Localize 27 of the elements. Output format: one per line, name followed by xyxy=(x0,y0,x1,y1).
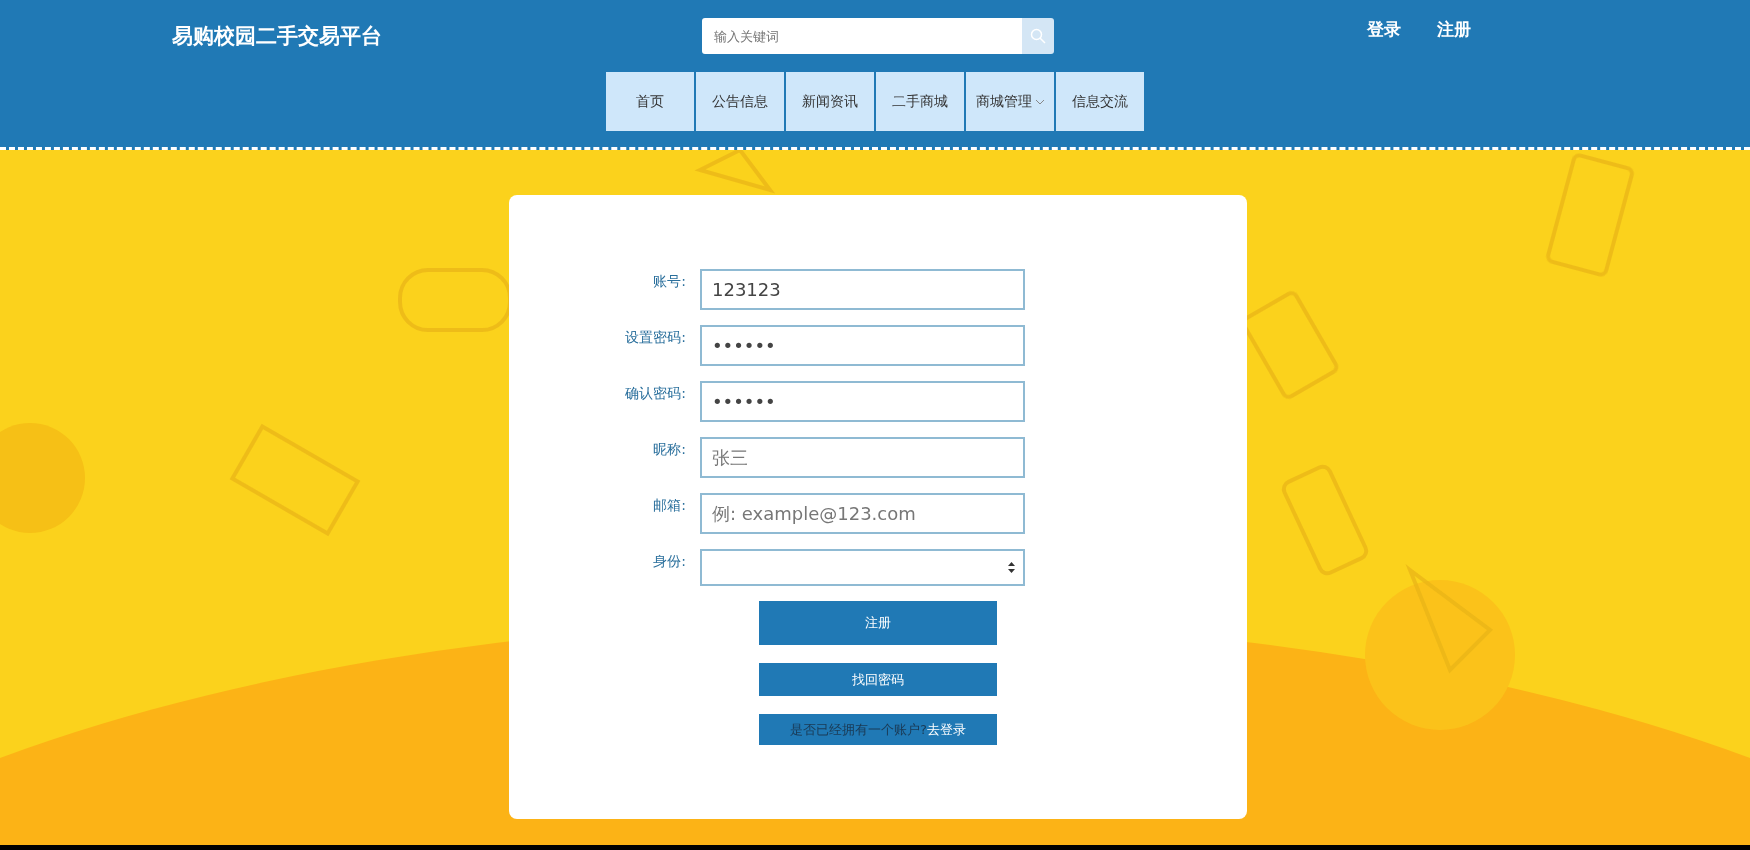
nav-item[interactable]: 信息交流 xyxy=(1056,72,1144,131)
recover-password-button[interactable]: 找回密码 xyxy=(759,663,997,696)
nav-item[interactable]: 商城管理 xyxy=(966,72,1054,131)
field-label: 邮箱: xyxy=(652,496,687,515)
sort-caret-icon xyxy=(1008,562,1015,573)
input-field[interactable]: 例: example@123.com xyxy=(700,493,1025,534)
header-link[interactable]: 登录 xyxy=(1367,17,1401,41)
nav-item[interactable]: 首页 xyxy=(606,72,694,131)
field-label: 确认密码: xyxy=(624,384,687,403)
field-label: 账号: xyxy=(652,272,687,291)
nav-item[interactable]: 二手商城 xyxy=(876,72,964,131)
nav-item[interactable]: 公告信息 xyxy=(696,72,784,131)
login-link[interactable]: 去登录 xyxy=(926,720,966,739)
search-field[interactable]: 输入关键词 xyxy=(702,18,1022,54)
password-field[interactable]: •••••• xyxy=(700,325,1025,366)
search-icon[interactable] xyxy=(1030,28,1046,44)
input-field[interactable]: 123123 xyxy=(700,269,1025,310)
field-label: 设置密码: xyxy=(624,328,687,347)
site-title: 易购校园二手交易平台 xyxy=(172,23,383,50)
header-link[interactable]: 注册 xyxy=(1437,17,1471,41)
field-label: 昵称: xyxy=(652,440,687,459)
nav-item[interactable]: 新闻资讯 xyxy=(786,72,874,131)
select-field[interactable] xyxy=(700,549,1025,586)
register-button[interactable]: 注册 xyxy=(759,601,997,645)
password-field[interactable]: •••••• xyxy=(700,381,1025,422)
input-field[interactable]: 张三 xyxy=(700,437,1025,478)
field-label: 身份: xyxy=(652,552,687,571)
